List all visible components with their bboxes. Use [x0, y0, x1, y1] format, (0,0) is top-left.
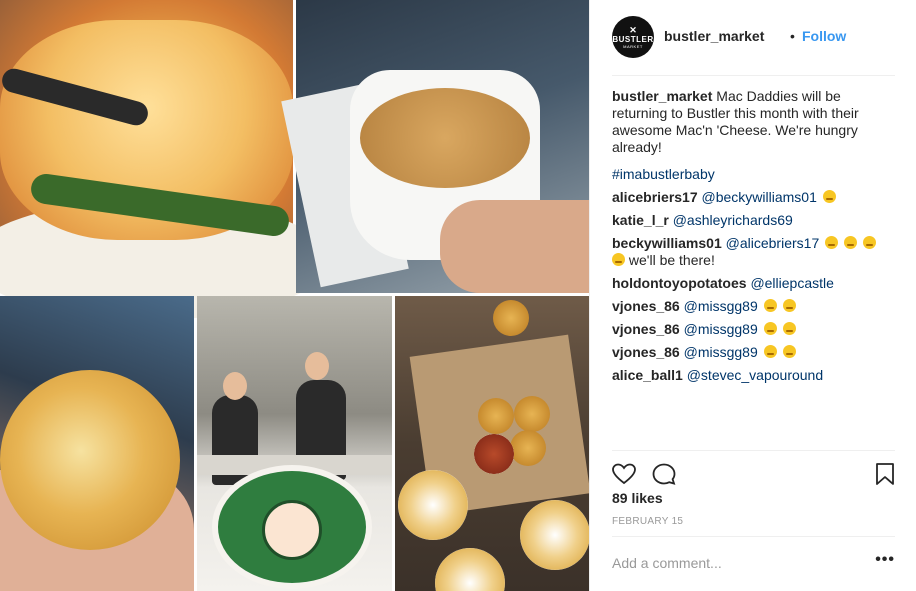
fried-mac-ball — [0, 370, 180, 550]
crumb-topping — [360, 88, 530, 188]
bookmark-icon[interactable] — [873, 463, 897, 485]
post-header: ✕ BUSTLER MARKET bustler_market • Follow — [612, 16, 895, 76]
caption: bustler_market Mac Daddies will be retur… — [612, 88, 895, 156]
person-right-head — [305, 352, 329, 380]
comment-mention[interactable]: @missgg89 — [684, 298, 758, 314]
comment-item: alice_ball1 @stevec_vapouround — [612, 367, 895, 384]
add-comment-bar: Add a comment... ••• — [612, 536, 895, 591]
separator-dot: • — [790, 28, 795, 44]
comment-username[interactable]: alice_ball1 — [612, 367, 683, 383]
likes-count[interactable]: 89 likes — [612, 490, 663, 506]
mac-bite — [478, 398, 514, 434]
comment-username[interactable]: alicebriers17 — [612, 189, 698, 205]
username-link[interactable]: bustler_market — [664, 28, 764, 44]
avatar[interactable]: ✕ BUSTLER MARKET — [612, 16, 654, 58]
crossed-forks-icon: ✕ — [629, 24, 637, 35]
comment-username[interactable]: vjones_86 — [612, 298, 680, 314]
comment-mention[interactable]: @ashleyrichards69 — [673, 212, 793, 228]
smirk-emoji-icon — [782, 345, 796, 358]
caption-username[interactable]: bustler_market — [612, 88, 712, 104]
mac-bowl — [398, 470, 468, 540]
comment-item: holdontoyopotatoes @elliepcastle — [612, 275, 895, 292]
comment-mention[interactable]: @stevec_vapouround — [687, 367, 823, 383]
kiss-emoji-icon — [763, 299, 777, 312]
logo-face-icon — [262, 500, 322, 560]
comment-mention[interactable]: @elliepcastle — [750, 275, 833, 291]
hashtag-line: #imabustlerbaby — [612, 166, 895, 183]
comment-mention[interactable]: @missgg89 — [684, 344, 758, 360]
kiss-emoji-icon — [763, 345, 777, 358]
smirk-emoji-icon — [782, 322, 796, 335]
avatar-sub: MARKET — [623, 43, 643, 49]
comment-item: vjones_86 @missgg89 — [612, 298, 895, 315]
photo-collage[interactable] — [0, 0, 591, 591]
smirk-emoji-icon — [862, 236, 876, 249]
comment-username[interactable]: vjones_86 — [612, 344, 680, 360]
comment-icon[interactable] — [652, 463, 676, 485]
sauce-cup — [474, 434, 514, 474]
comment-item: alicebriers17 @beckywilliams01 — [612, 189, 895, 206]
heart-icon[interactable] — [612, 463, 636, 485]
more-options-icon[interactable]: ••• — [875, 551, 895, 569]
action-bar — [612, 450, 897, 485]
kiss-emoji-icon — [763, 322, 777, 335]
hashtag-link[interactable]: #imabustlerbaby — [612, 166, 715, 182]
comment-item: vjones_86 @missgg89 — [612, 344, 895, 361]
mac-bite — [514, 396, 550, 432]
smirk-emoji-icon — [782, 299, 796, 312]
smirk-emoji-icon — [822, 190, 836, 203]
smirk-emoji-icon — [825, 236, 839, 249]
smirk-emoji-icon — [844, 236, 858, 249]
comment-mention[interactable]: @alicebriers17 — [726, 235, 820, 251]
comment-username[interactable]: holdontoyopotatoes — [612, 275, 747, 291]
mac-bite — [510, 430, 546, 466]
follow-button[interactable]: Follow — [802, 28, 846, 44]
comment-item: katie_l_r @ashleyrichards69 — [612, 212, 895, 229]
comment-username[interactable]: katie_l_r — [612, 212, 669, 228]
post-date: FEBRUARY 15 — [612, 516, 684, 527]
comment-mention[interactable]: @beckywilliams01 — [702, 189, 817, 205]
comment-username[interactable]: vjones_86 — [612, 321, 680, 337]
mac-bowl — [520, 500, 590, 570]
mac-bite — [493, 300, 529, 336]
comment-item: vjones_86 @missgg89 — [612, 321, 895, 338]
avatar-brand: BUSTLER — [612, 34, 654, 44]
comment-text: we'll be there! — [628, 252, 715, 268]
smirk-emoji-icon — [612, 253, 625, 266]
comment-username[interactable]: beckywilliams01 — [612, 235, 722, 251]
comment-item: beckywilliams01 @alicebriers17 we'll be … — [612, 235, 895, 269]
hand — [440, 200, 589, 293]
post-panel: ✕ BUSTLER MARKET bustler_market • Follow… — [589, 0, 916, 591]
person-left-head — [223, 372, 247, 400]
comments-list: bustler_market Mac Daddies will be retur… — [612, 88, 895, 390]
add-comment-input[interactable]: Add a comment... — [612, 555, 722, 571]
comment-mention[interactable]: @missgg89 — [684, 321, 758, 337]
